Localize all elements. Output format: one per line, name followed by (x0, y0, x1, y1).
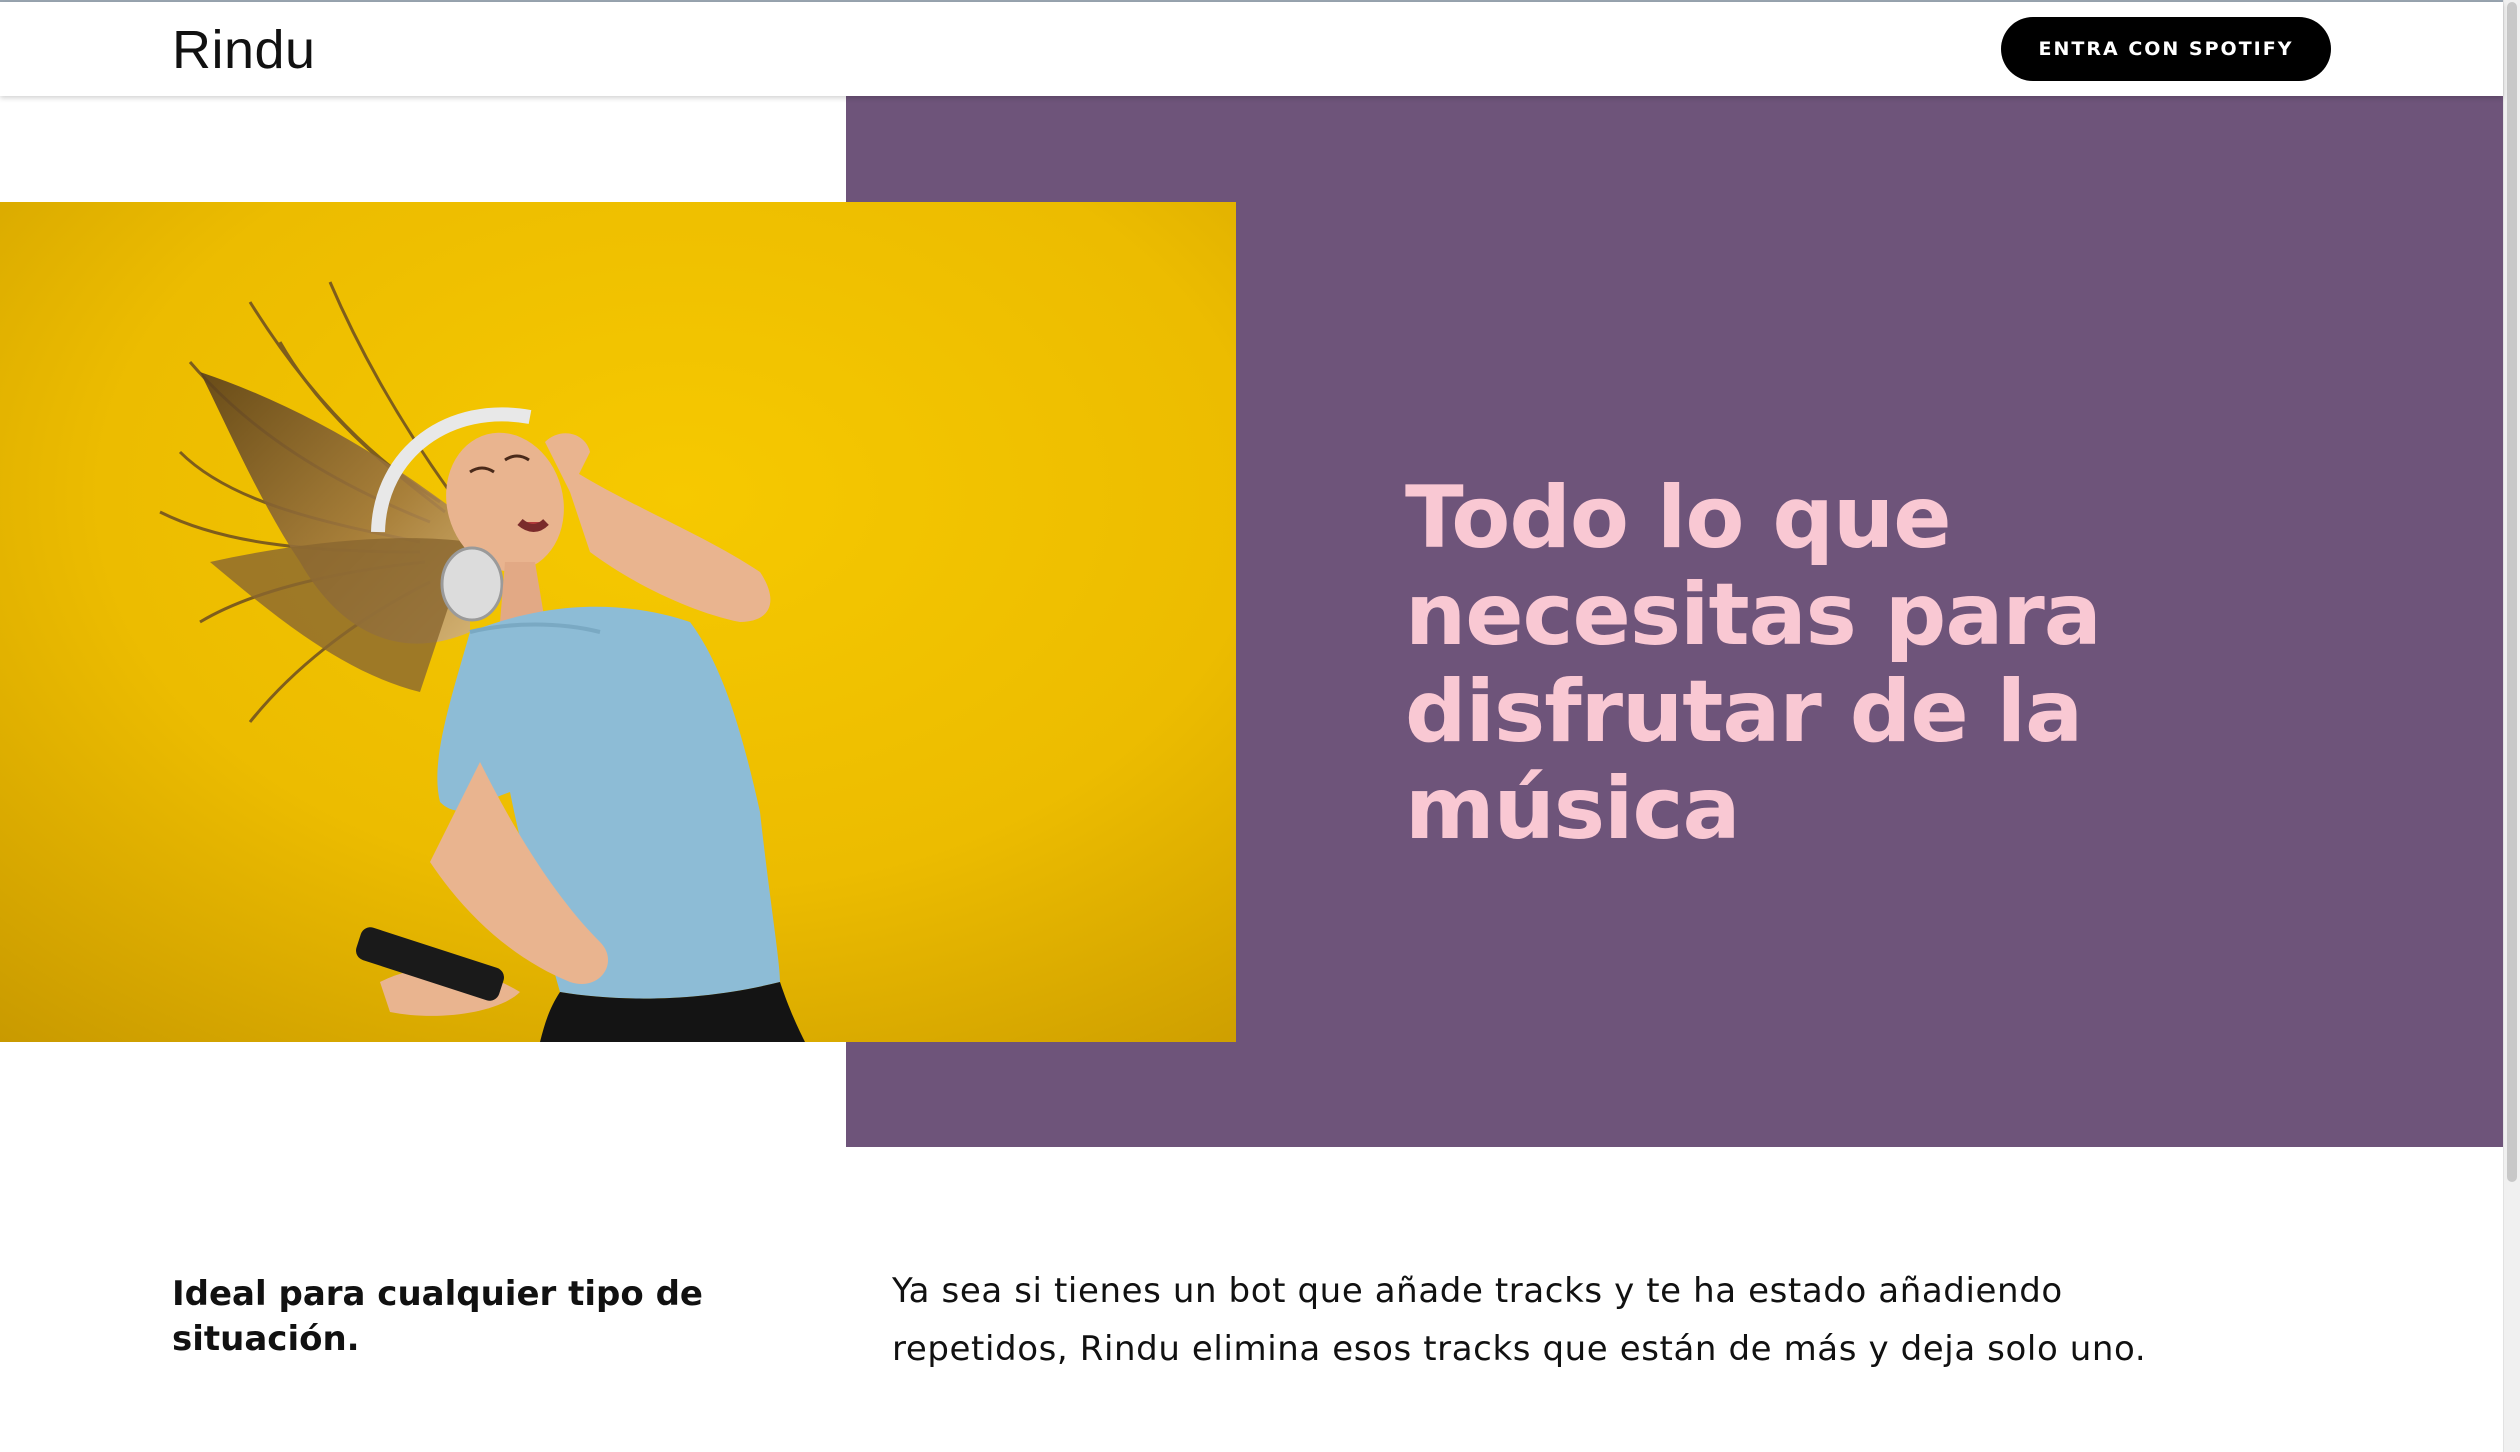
vertical-scrollbar[interactable] (2503, 0, 2520, 1452)
hero-photo (0, 202, 1236, 1042)
spotify-login-button[interactable]: ENTRA CON SPOTIFY (2001, 17, 2331, 81)
woman-dancing-with-headphones-photo (0, 202, 1236, 1042)
page: Rindu ENTRA CON SPOTIFY Todo lo que nece… (0, 0, 2520, 1452)
brand-logo[interactable]: Rindu (172, 18, 316, 82)
site-header: Rindu ENTRA CON SPOTIFY (0, 2, 2503, 96)
scrollbar-thumb[interactable] (2507, 2, 2517, 1182)
feature-description: Ya sea si tienes un bot que añade tracks… (892, 1271, 2147, 1369)
feature-heading: Ideal para cualquier tipo de situación. (172, 1274, 703, 1359)
hero-title: Todo lo que necesitas para disfrutar de … (1405, 468, 2102, 859)
